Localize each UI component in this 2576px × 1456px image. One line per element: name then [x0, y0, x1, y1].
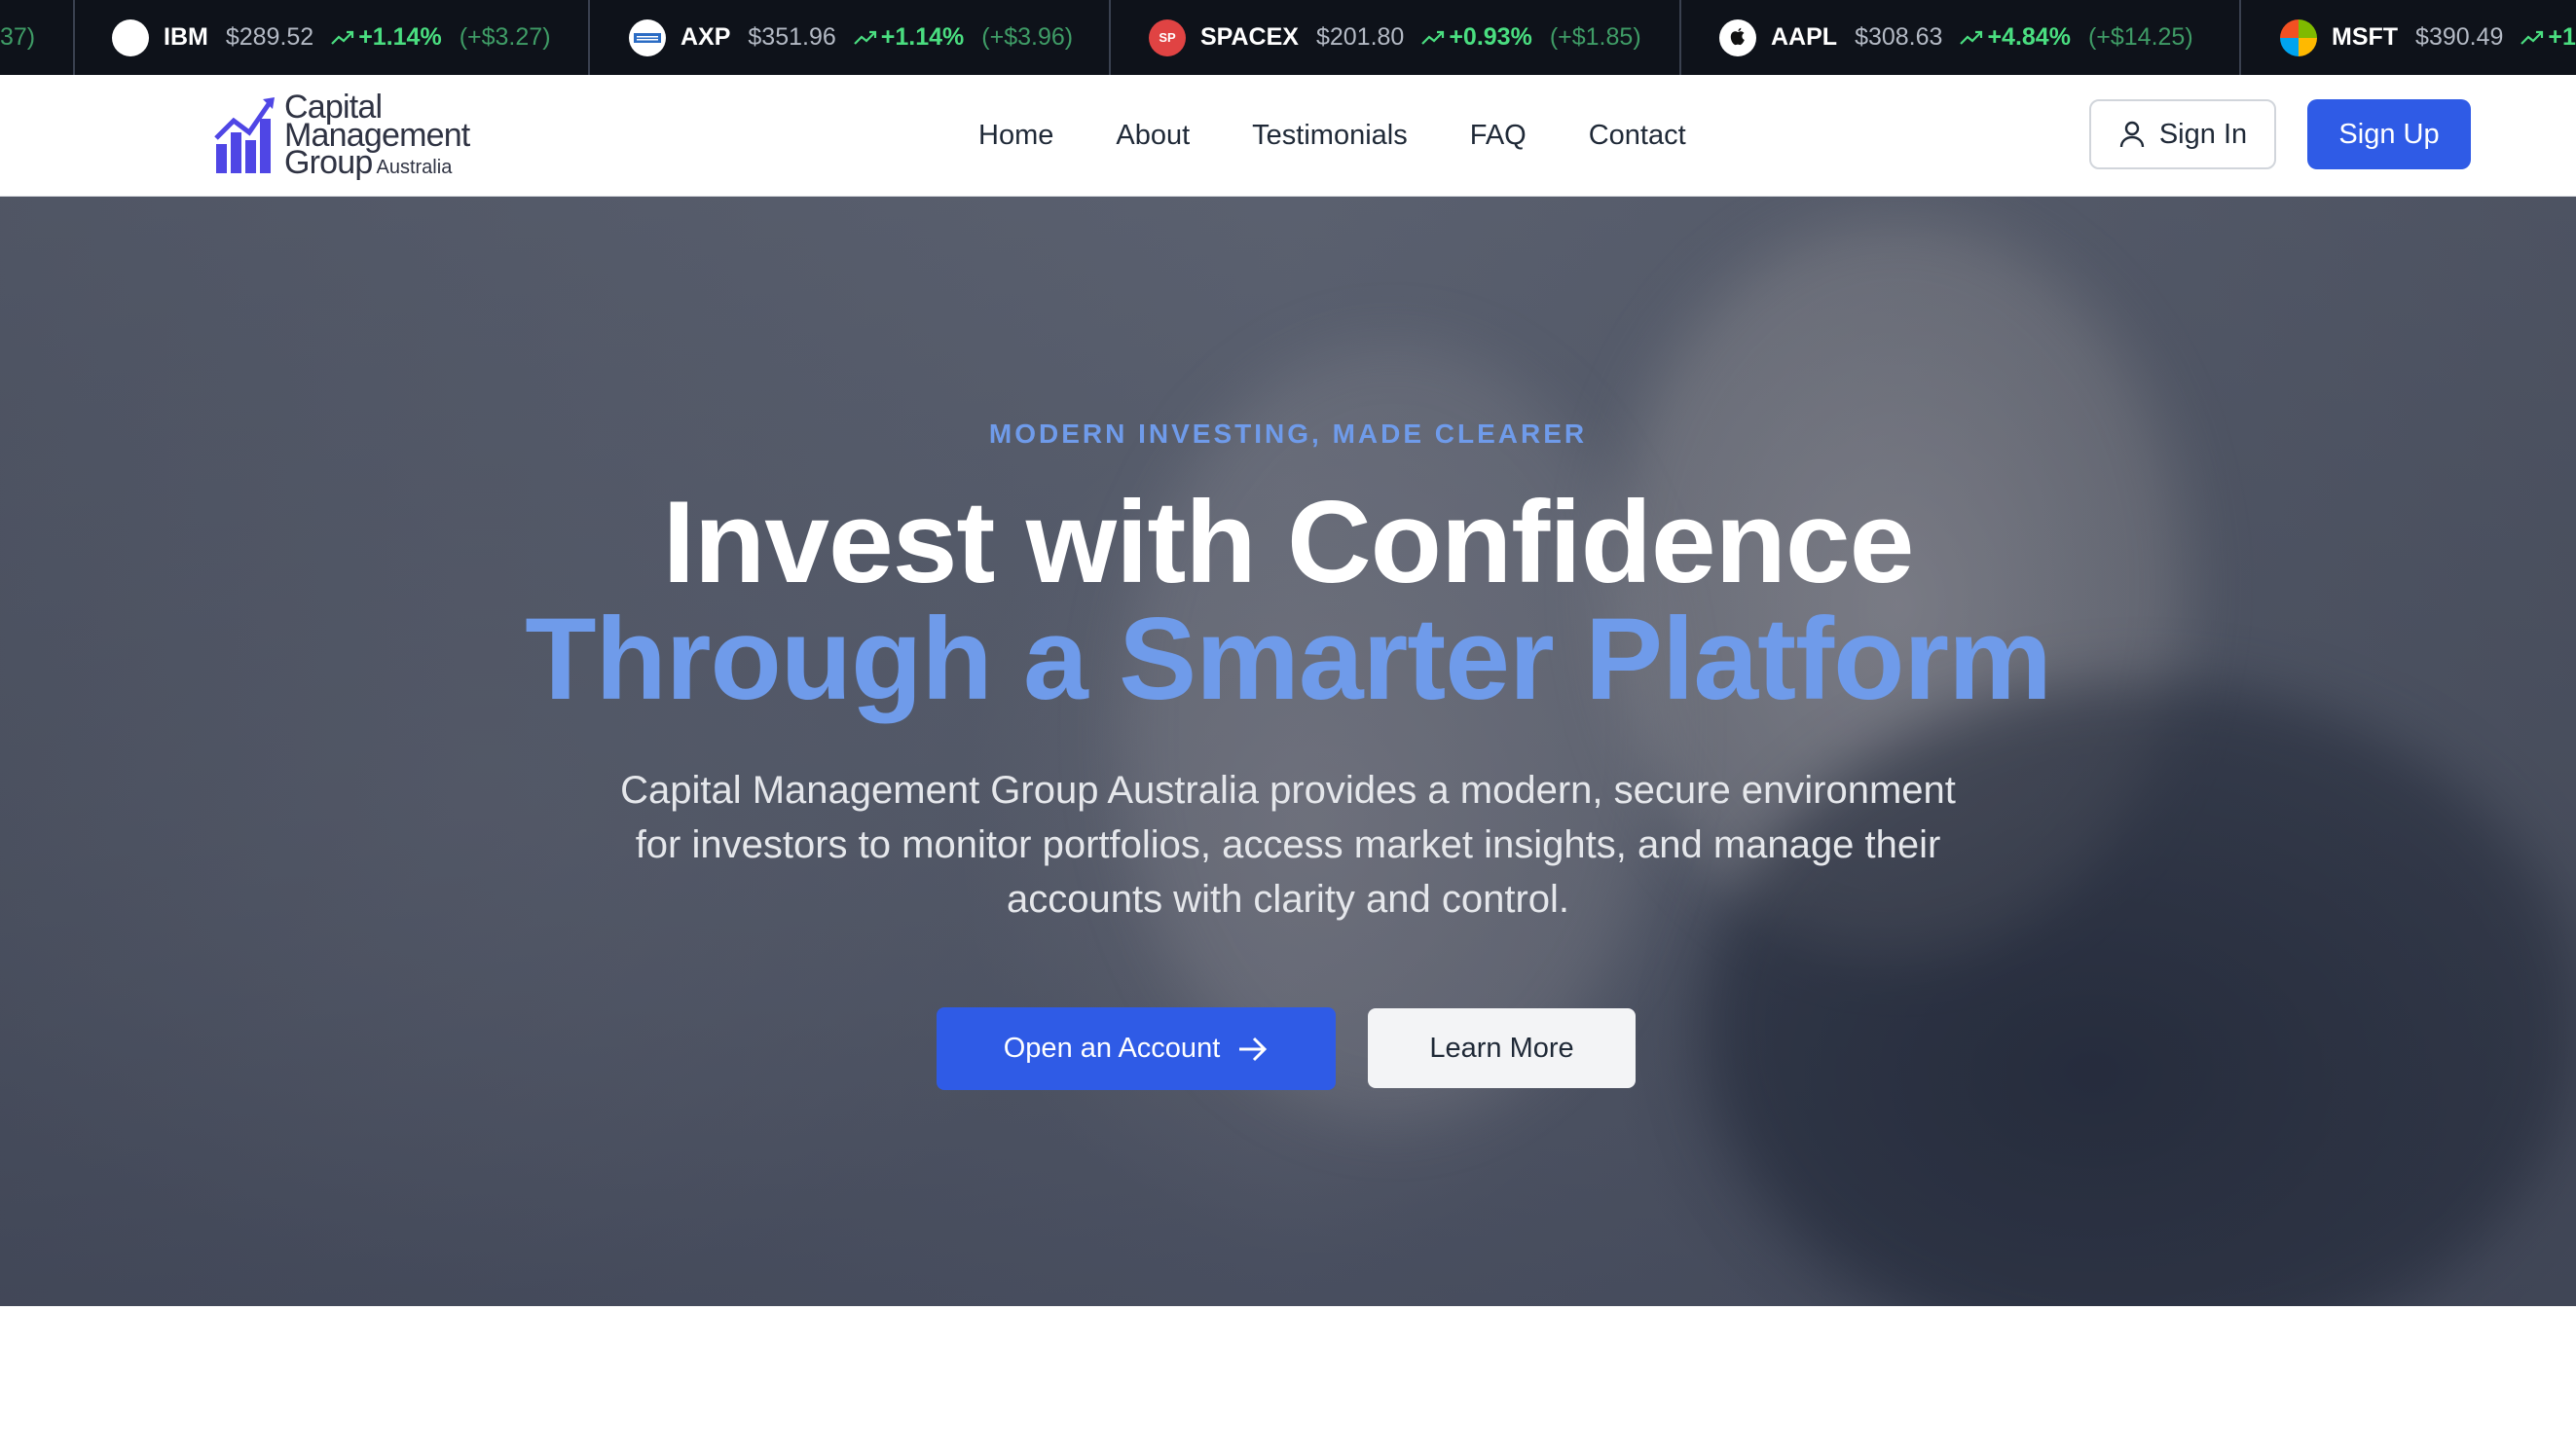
- ticker-change-abs: (+$14.25): [2087, 23, 2193, 51]
- ticker-price: $351.96: [748, 23, 836, 51]
- ticker-price: $201.80: [1315, 23, 1405, 51]
- ticker-item-axp[interactable]: AXP $351.96 +1.14% (+$3.96): [629, 0, 1073, 75]
- ticker-change-pct: +1: [2548, 23, 2576, 51]
- ticker-change-abs: (+$3.27): [459, 23, 551, 51]
- ticker-partial-item: 37): [0, 0, 35, 75]
- hero-overlay: [0, 197, 2576, 1306]
- primary-nav: Home About Testimonials FAQ Contact: [978, 75, 1748, 197]
- spacex-logo-icon: SP: [1149, 18, 1186, 56]
- ticker-change-pct: +4.84%: [1987, 23, 2071, 51]
- trend-up-icon: [854, 30, 876, 45]
- ticker-divider: [588, 0, 590, 75]
- learn-more-button[interactable]: Learn More: [1368, 1008, 1636, 1088]
- ticker-divider: [1679, 0, 1681, 75]
- ticker-change-abs: (+$3.96): [981, 23, 1074, 51]
- ticker-change-abs: (+$1.85): [1549, 23, 1641, 51]
- ticker-item-msft[interactable]: MSFT $390.49 +1: [2280, 0, 2576, 75]
- ticker-change: +4.84%: [1960, 23, 2071, 52]
- ticker-price: $308.63: [1855, 23, 1943, 51]
- ticker-price: $390.49: [2415, 23, 2504, 51]
- brand-sub: Australia: [376, 157, 453, 179]
- bar-chart-logo-icon: [214, 97, 275, 173]
- ticker-change: +1.14%: [331, 23, 442, 52]
- brand-wordmark: Capital Management Group Australia: [284, 91, 470, 179]
- ticker-symbol: SPACEX: [1200, 23, 1299, 51]
- brand-logo[interactable]: Capital Management Group Australia: [214, 91, 470, 180]
- brand-line-3: Group: [284, 144, 373, 182]
- ticker-change-pct: +0.93%: [1449, 23, 1532, 51]
- trend-up-icon: [331, 30, 354, 45]
- ticker-symbol: MSFT: [2332, 23, 2399, 51]
- nav-faq-link[interactable]: FAQ: [1470, 120, 1527, 152]
- sign-in-label: Sign In: [2158, 118, 2248, 150]
- ticker-change: +0.93%: [1421, 23, 1532, 52]
- nav-home-link[interactable]: Home: [978, 120, 1053, 152]
- trend-up-icon: [1421, 30, 1445, 45]
- hero-title-line-1: Invest with Confidence: [662, 477, 1915, 607]
- ticker-partial-text: 37): [0, 23, 36, 51]
- hero-kicker: MODERN INVESTING, MADE CLEARER: [988, 419, 1588, 449]
- ticker-change: +1.14%: [854, 23, 965, 52]
- ticker-price: $289.52: [225, 23, 314, 51]
- ticker-item-spacex[interactable]: SP SPACEX $201.80 +0.93% (+$1.85): [1149, 0, 1641, 75]
- stock-ticker: 37) IBM $289.52 +1.14% (+$3.27) AXP $351…: [0, 0, 2576, 75]
- sign-in-button[interactable]: Sign In: [2089, 99, 2276, 169]
- nav-testimonials-link[interactable]: Testimonials: [1252, 120, 1408, 152]
- spacex-logo-text: SP: [1159, 30, 1176, 45]
- hero-description: Capital Management Group Australia provi…: [620, 769, 1956, 921]
- sign-up-label: Sign Up: [2338, 118, 2440, 150]
- ticker-change-pct: +1.14%: [358, 23, 442, 51]
- ticker-divider: [1109, 0, 1111, 75]
- ticker-symbol: AXP: [681, 23, 731, 51]
- trend-up-icon: [2521, 30, 2544, 45]
- arrow-right-icon: [1239, 1037, 1268, 1061]
- apple-logo-icon: [1719, 18, 1756, 56]
- ticker-symbol: IBM: [164, 23, 208, 51]
- main-navbar: Capital Management Group Australia Home A…: [0, 75, 2576, 197]
- ticker-divider: [73, 0, 75, 75]
- ticker-item-aapl[interactable]: AAPL $308.63 +4.84% (+$14.25): [1719, 0, 2193, 75]
- amex-logo-icon: [629, 18, 666, 56]
- nav-about-link[interactable]: About: [1116, 120, 1190, 152]
- open-account-label: Open an Account: [1003, 1033, 1221, 1064]
- hero-title-line-2: Through a Smarter Platform: [525, 594, 2052, 724]
- ticker-change: +1: [2521, 23, 2576, 52]
- learn-more-label: Learn More: [1429, 1032, 1574, 1064]
- ticker-change-pct: +1.14%: [880, 23, 965, 51]
- ticker-symbol: AAPL: [1771, 23, 1838, 51]
- microsoft-logo-icon: [2280, 18, 2317, 56]
- user-icon: [2119, 121, 2145, 148]
- ibm-logo-icon: [112, 18, 149, 56]
- trend-up-icon: [1960, 30, 1983, 45]
- sign-up-button[interactable]: Sign Up: [2307, 99, 2471, 169]
- ticker-item-ibm[interactable]: IBM $289.52 +1.14% (+$3.27): [112, 0, 551, 75]
- hero-section: MODERN INVESTING, MADE CLEARER Invest wi…: [0, 197, 2576, 1306]
- open-account-button[interactable]: Open an Account: [937, 1007, 1336, 1090]
- ticker-divider: [2239, 0, 2241, 75]
- nav-contact-link[interactable]: Contact: [1589, 120, 1686, 152]
